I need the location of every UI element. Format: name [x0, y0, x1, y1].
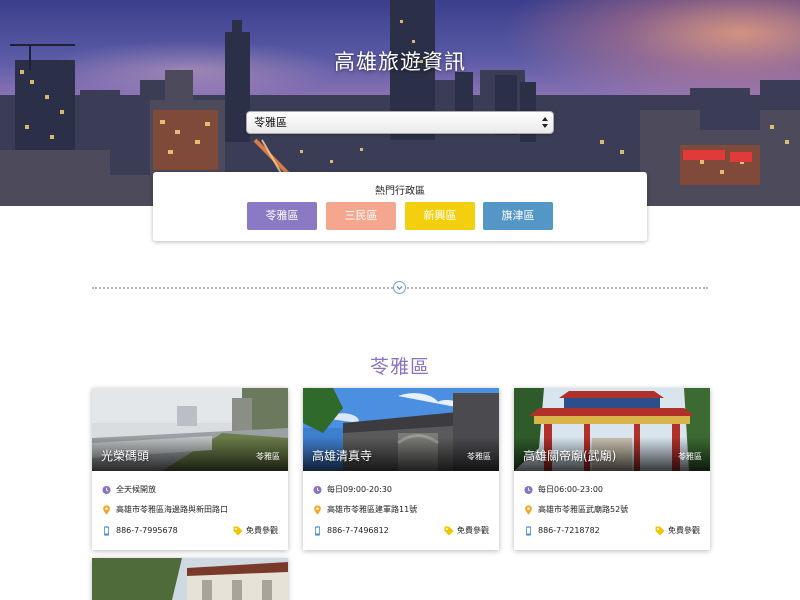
clock-icon: [524, 485, 533, 495]
spot-photo: 高雄清真寺 苓雅區: [303, 388, 499, 471]
hot-district-button-xinxing[interactable]: 新興區: [405, 202, 475, 230]
hot-district-button-sanmin[interactable]: 三民區: [326, 202, 396, 230]
hot-districts-panel: 熱門行政區 苓雅區 三民區 新興區 旗津區: [153, 172, 647, 241]
tag-icon: [233, 526, 243, 536]
chevron-down-icon: [396, 286, 403, 290]
map-pin-icon: [103, 505, 110, 515]
phone-icon: [104, 526, 109, 536]
spot-card[interactable]: 高雄關帝廟(武廟) 苓雅區 每日06:00-23:00 高雄市苓雅區武廟路52號…: [514, 388, 710, 550]
section-title: 苓雅區: [369, 356, 430, 378]
spot-card[interactable]: 高雄清真寺 苓雅區 每日09:00-20:30 高雄市苓雅區建軍路11號 886…: [303, 388, 499, 550]
tag-icon: [655, 526, 665, 536]
spot-zone: 苓雅區: [256, 452, 280, 461]
spot-card[interactable]: 光榮碼頭 苓雅區 全天候開放 高雄市苓雅區海邊路與新田路口 886-7-7995…: [92, 388, 288, 550]
clock-icon: [102, 485, 111, 495]
spot-photo: [92, 558, 288, 600]
hot-district-button-qijin[interactable]: 旗津區: [483, 202, 553, 230]
hot-district-button-lingya[interactable]: 苓雅區: [247, 202, 317, 230]
spot-ticket-row: 免費參觀: [233, 525, 278, 537]
spot-card[interactable]: [92, 558, 288, 600]
hot-districts-title: 熱門行政區: [375, 186, 425, 197]
district-select-value: 苓雅區: [254, 116, 287, 129]
scroll-down-button[interactable]: [393, 281, 406, 294]
spot-name: 高雄關帝廟(武廟): [523, 449, 617, 463]
map-pin-icon: [314, 505, 321, 515]
select-arrows-icon: [542, 117, 548, 128]
spot-photo: 光榮碼頭 苓雅區: [92, 388, 288, 471]
spot-photo: 高雄關帝廟(武廟) 苓雅區: [514, 388, 710, 471]
spot-ticket-row: 免費參觀: [444, 525, 489, 537]
spot-name: 高雄清真寺: [312, 449, 373, 463]
phone-icon: [526, 526, 531, 536]
district-select[interactable]: 苓雅區: [246, 111, 554, 134]
phone-icon: [315, 526, 320, 536]
spot-zone: 苓雅區: [467, 452, 491, 461]
map-pin-icon: [525, 505, 532, 515]
spot-ticket-row: 免費參觀: [655, 525, 700, 537]
page-title: 高雄旅遊資訊: [334, 50, 466, 74]
spot-zone: 苓雅區: [678, 452, 702, 461]
clock-icon: [313, 485, 322, 495]
tag-icon: [444, 526, 454, 536]
spot-name: 光榮碼頭: [101, 449, 150, 463]
building-photo: [92, 558, 288, 600]
